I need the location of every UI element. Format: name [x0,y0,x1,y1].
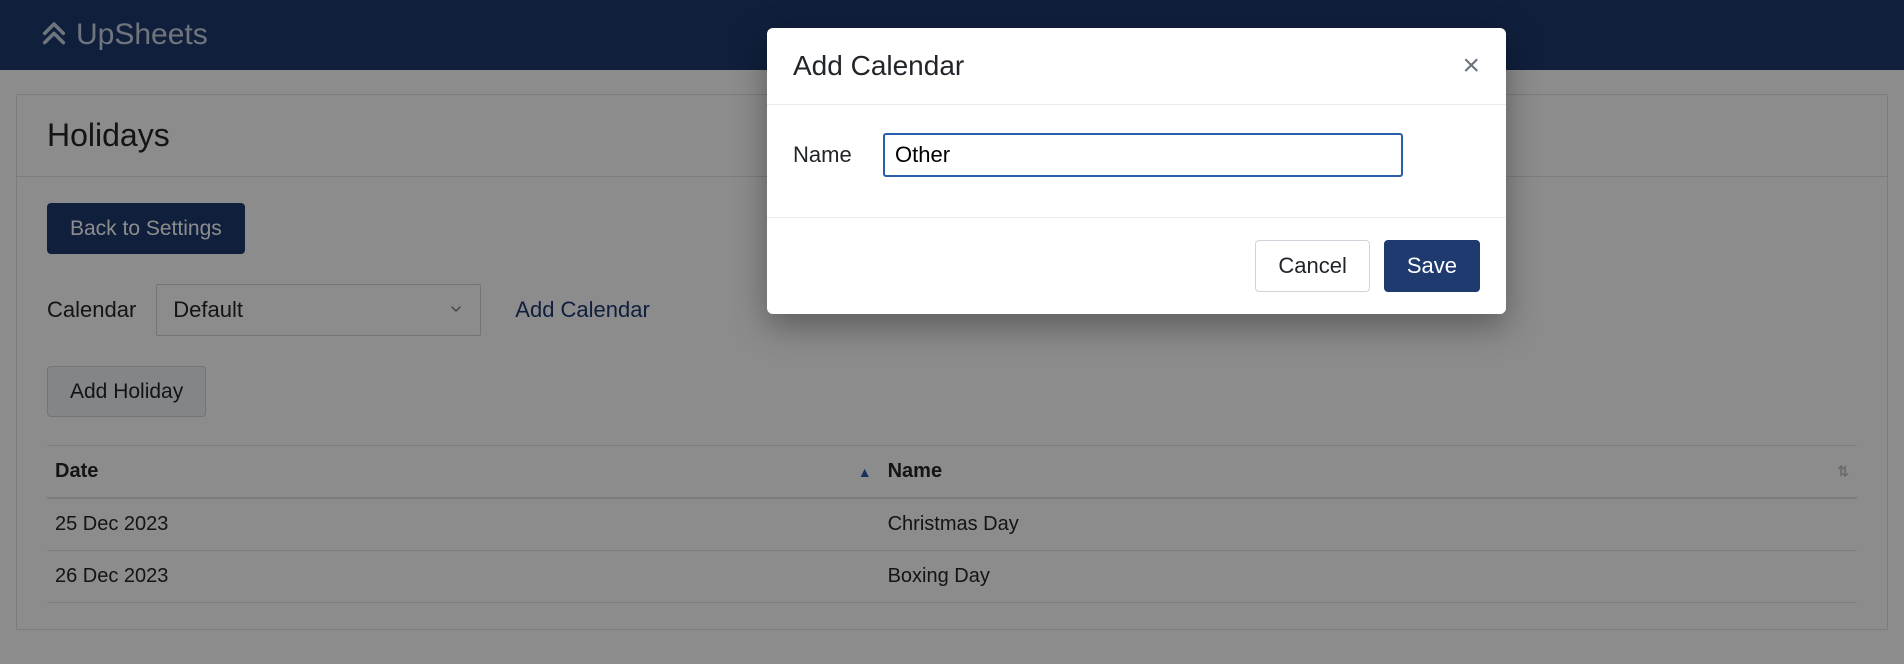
name-label: Name [793,142,863,168]
modal-title: Add Calendar [793,50,964,82]
close-icon: × [1462,49,1480,82]
modal-body: Name [767,105,1506,217]
modal-footer: Cancel Save [767,217,1506,314]
close-button[interactable]: × [1462,51,1480,81]
name-input[interactable] [883,133,1403,177]
cancel-button[interactable]: Cancel [1255,240,1369,292]
modal-header: Add Calendar × [767,28,1506,105]
save-button[interactable]: Save [1384,240,1480,292]
add-calendar-modal: Add Calendar × Name Cancel Save [767,28,1506,314]
